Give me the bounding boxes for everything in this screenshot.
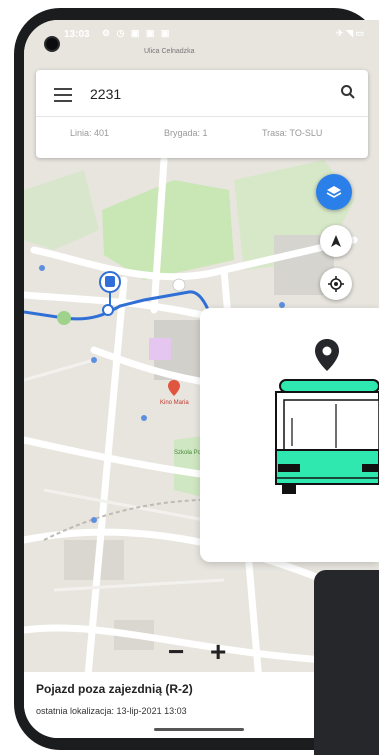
navigation-button[interactable] — [320, 225, 352, 257]
front-camera — [44, 36, 60, 52]
search-icon[interactable] — [340, 84, 356, 100]
dark-side-panel — [314, 570, 379, 755]
navigation-arrow-icon — [331, 235, 341, 247]
crosshair-icon — [328, 276, 344, 292]
vehicle-status-title: Pojazd poza zajezdnią (R-2) — [36, 682, 193, 696]
notification-icons: ⚙ ◷ ▣ ▣ ▣ — [102, 28, 172, 38]
zoom-in-button[interactable]: + — [210, 636, 226, 668]
brigade-label: Brygada: 1 — [164, 128, 208, 138]
zoom-out-button[interactable]: − — [168, 636, 184, 668]
home-indicator[interactable] — [154, 728, 244, 731]
bus-illustration-card — [200, 308, 379, 562]
status-bar: 13:03 ⚙ ◷ ▣ ▣ ▣ ✈ ◥ ▭ — [24, 20, 379, 50]
route-label: Trasa: TO-SLU — [262, 128, 323, 138]
layers-button[interactable] — [316, 174, 352, 210]
status-time: 13:03 — [64, 29, 90, 40]
bus-icon — [275, 379, 379, 494]
search-input[interactable]: 2231 — [90, 86, 121, 102]
card-divider — [36, 116, 368, 117]
menu-icon[interactable] — [54, 88, 72, 102]
layers-icon — [326, 186, 342, 198]
last-location-text: ostatnia lokalizacja: 13-lip-2021 13:03 — [36, 706, 187, 716]
line-label: Linia: 401 — [70, 128, 110, 138]
my-location-button[interactable] — [320, 268, 352, 300]
vehicle-search-card: 2231 Linia: 401 Brygada: 1 Trasa: TO-SLU — [36, 70, 368, 158]
vehicle-info-row: Linia: 401 Brygada: 1 Trasa: TO-SLU — [36, 126, 368, 142]
location-pin-icon — [315, 339, 339, 371]
system-icons: ✈ ◥ ▭ — [336, 28, 364, 38]
map-poi-label: Kino Maria — [160, 400, 189, 406]
